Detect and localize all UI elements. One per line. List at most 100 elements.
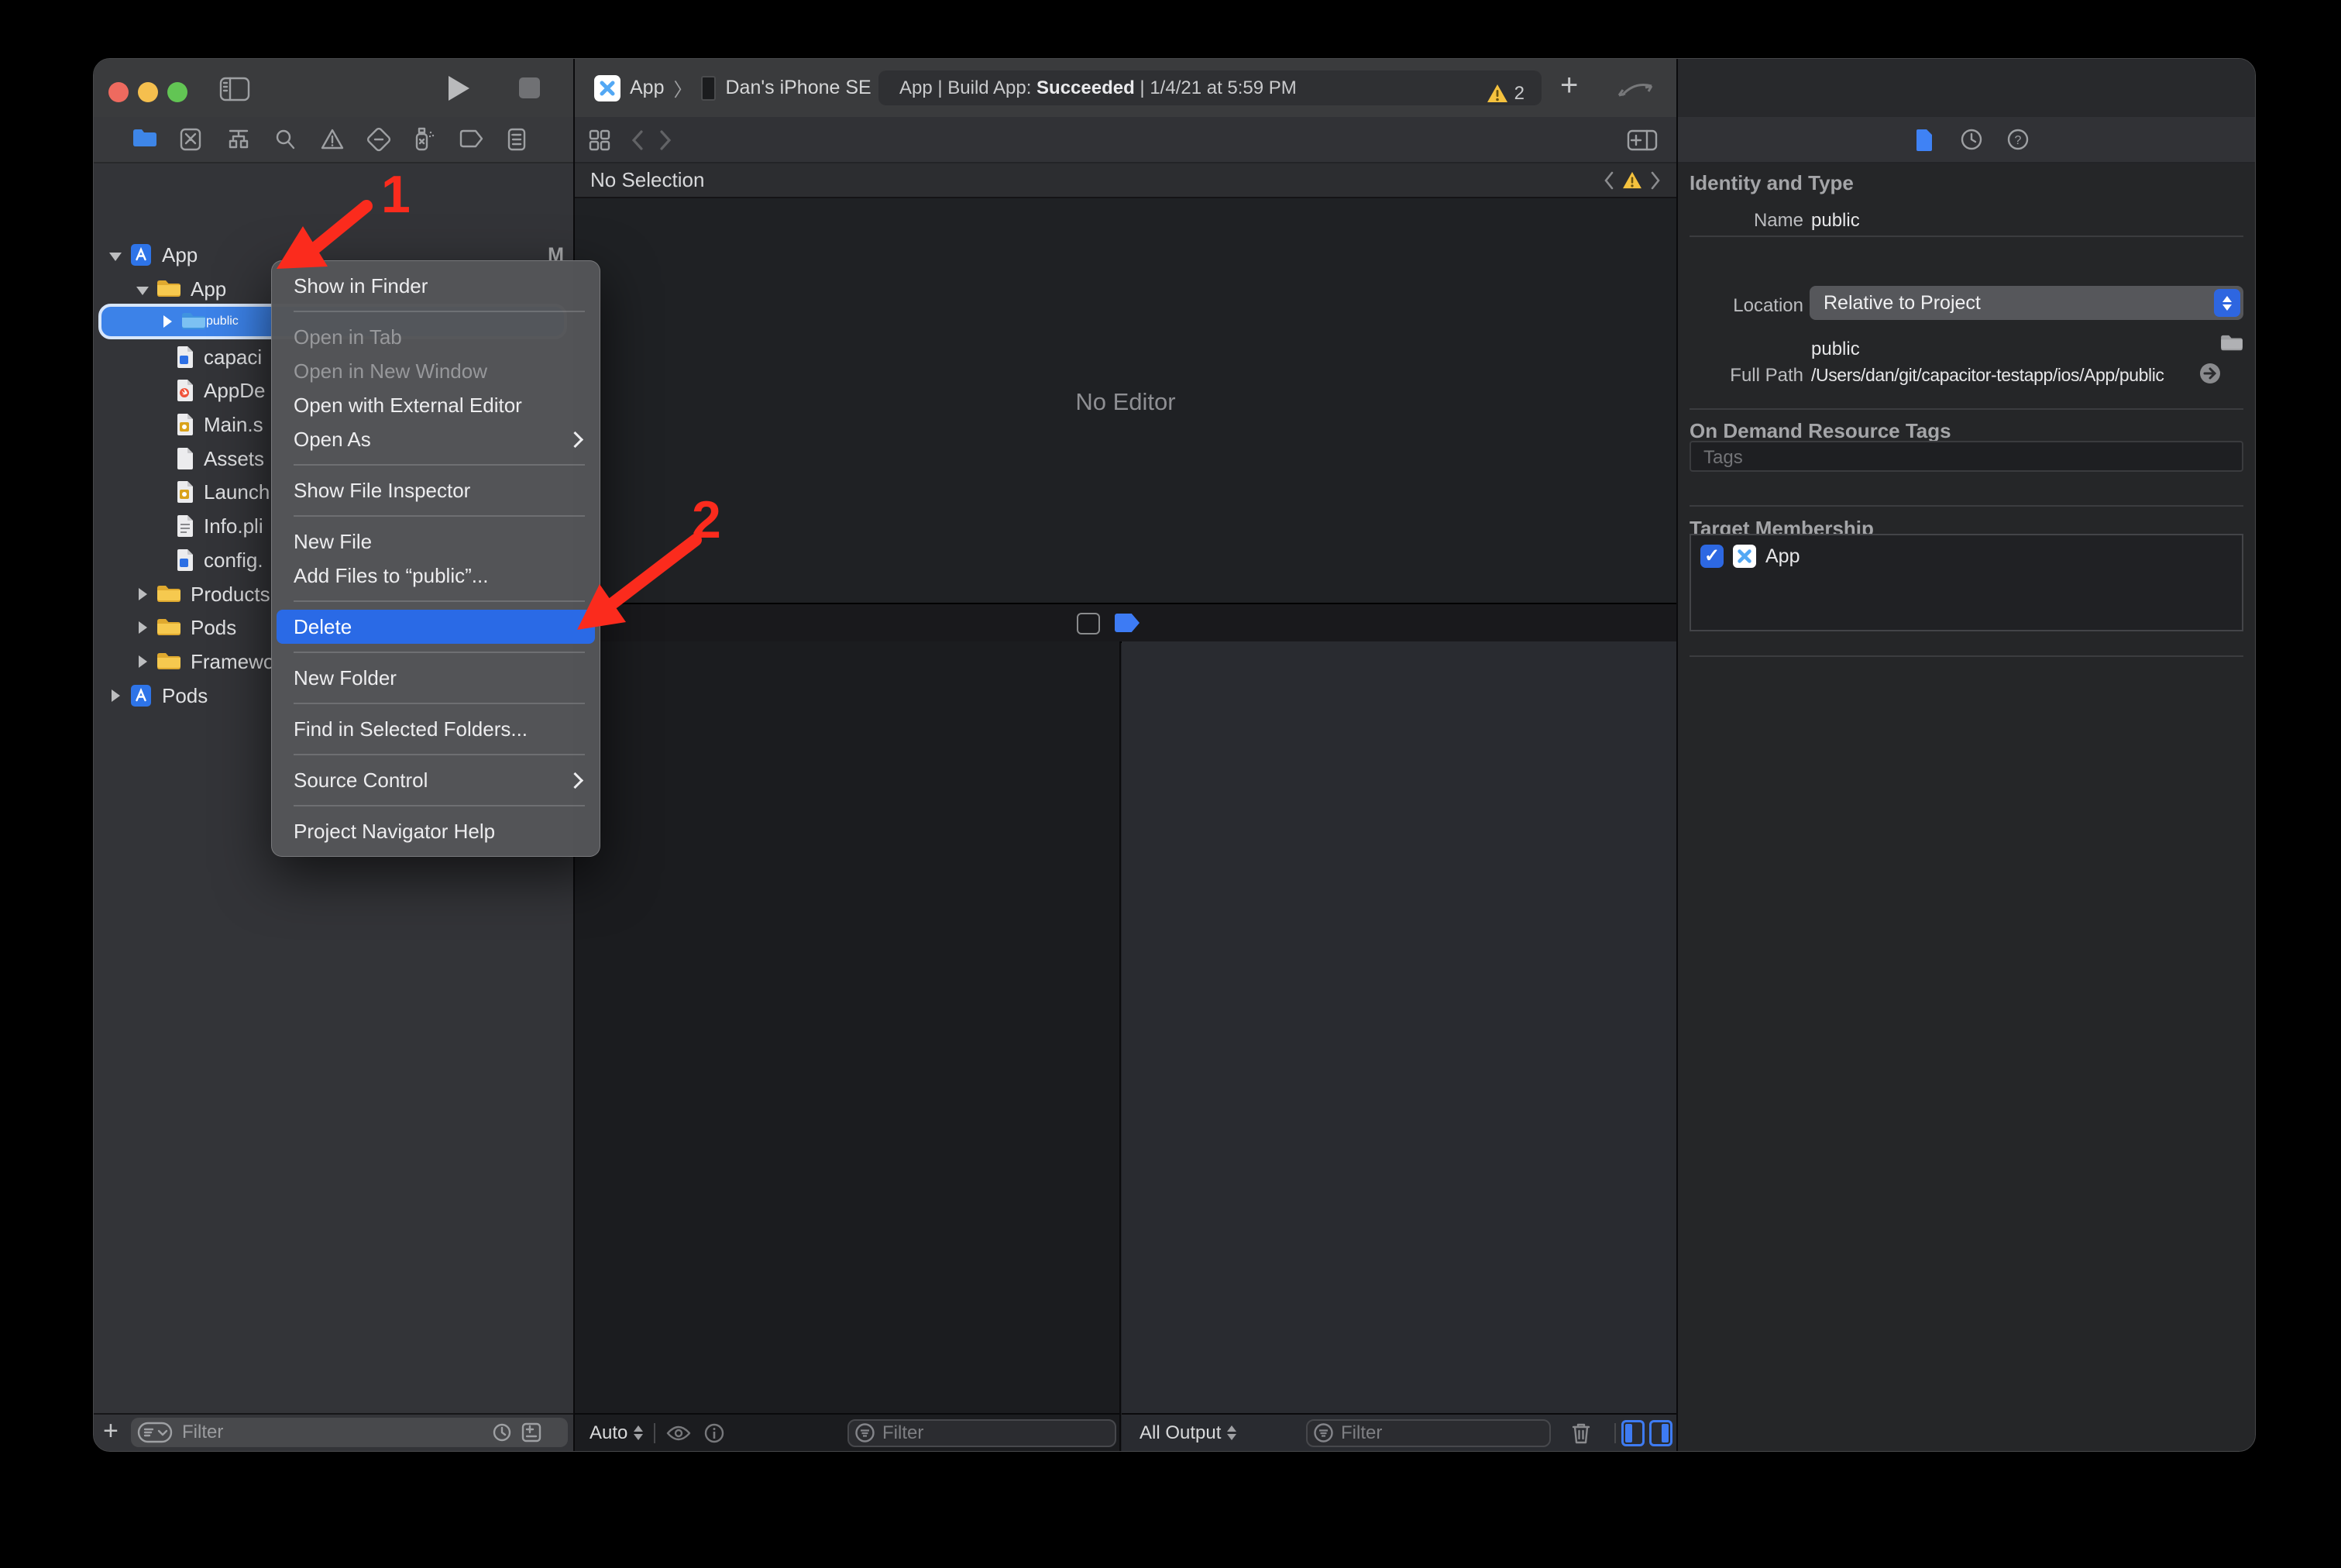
console-filter-field[interactable]: Filter bbox=[1306, 1419, 1551, 1447]
device-name[interactable]: Dan's iPhone SE bbox=[725, 77, 871, 99]
editor-breadcrumb-bar: No Selection bbox=[575, 163, 1676, 198]
menu-item-show-file-inspector[interactable]: Show File Inspector bbox=[272, 473, 600, 507]
file-inspector-tab-icon[interactable] bbox=[1914, 128, 1934, 153]
debug-tab-icon[interactable] bbox=[413, 127, 436, 153]
breakpoints-tab-icon[interactable] bbox=[458, 127, 484, 150]
disclosure-closed-icon[interactable] bbox=[112, 689, 120, 702]
source-control-tab-icon[interactable] bbox=[179, 127, 202, 152]
project-navigator-tab-icon[interactable] bbox=[132, 127, 157, 150]
swap-arrows-icon[interactable] bbox=[1616, 78, 1659, 105]
no-selection-label: No Selection bbox=[590, 168, 704, 191]
history-inspector-tab-icon[interactable] bbox=[1960, 128, 1983, 151]
toggle-navigator-icon[interactable] bbox=[219, 77, 250, 105]
warning-icon[interactable] bbox=[1622, 171, 1642, 189]
add-file-button[interactable]: + bbox=[103, 1416, 119, 1446]
disclosure-closed-icon[interactable] bbox=[163, 315, 172, 328]
run-button[interactable] bbox=[449, 76, 469, 101]
titlebar: App 〉 Dan's iPhone SE App | Build App: S… bbox=[94, 59, 1676, 117]
stepper-icon bbox=[634, 1425, 643, 1440]
console-output-select[interactable]: All Output bbox=[1140, 1422, 1221, 1444]
disclosure-closed-icon[interactable] bbox=[139, 655, 147, 668]
zoom-window-button[interactable] bbox=[167, 82, 187, 102]
menu-item-new-folder[interactable]: New Folder bbox=[272, 661, 600, 695]
menu-item-project-navigator-help[interactable]: Project Navigator Help bbox=[272, 814, 600, 848]
item-label: Assets bbox=[204, 447, 264, 471]
location-dropdown[interactable]: Relative to Project bbox=[1810, 286, 2243, 320]
json-file-icon bbox=[176, 346, 194, 369]
app-target-icon bbox=[1733, 545, 1756, 568]
close-window-button[interactable] bbox=[108, 82, 129, 102]
submenu-chevron-icon bbox=[567, 432, 583, 448]
stepper-icon bbox=[1227, 1425, 1236, 1440]
hide-debug-area-icon[interactable] bbox=[1077, 613, 1100, 634]
status-text: App | Build App: bbox=[899, 77, 1036, 98]
item-label: capaci bbox=[204, 346, 262, 370]
plist-file-icon bbox=[176, 514, 194, 538]
folder-icon bbox=[156, 652, 181, 672]
add-editor-icon[interactable] bbox=[1627, 129, 1658, 152]
menu-item-new-file[interactable]: New File bbox=[272, 524, 600, 559]
related-items-icon[interactable] bbox=[588, 129, 611, 152]
show-console-toggle-icon[interactable] bbox=[1649, 1420, 1672, 1446]
menu-item-open-with-external-editor[interactable]: Open with External Editor bbox=[272, 388, 600, 422]
item-label: Pods bbox=[191, 616, 236, 640]
variables-scope-select[interactable]: Auto bbox=[590, 1422, 627, 1444]
target-membership-row[interactable]: ✓ App bbox=[1700, 545, 2242, 568]
prev-issue-icon[interactable] bbox=[1604, 171, 1614, 190]
scheme-device-selector[interactable]: App 〉 Dan's iPhone SE bbox=[594, 74, 871, 101]
menu-item-find-in-selected-folders[interactable]: Find in Selected Folders... bbox=[272, 712, 600, 746]
navigator-filter-field[interactable]: Filter bbox=[131, 1418, 568, 1447]
checkbox-checked-icon[interactable]: ✓ bbox=[1700, 545, 1724, 568]
folder-icon bbox=[156, 617, 181, 638]
status-time: | 1/4/21 at 5:59 PM bbox=[1135, 77, 1297, 98]
disclosure-closed-icon[interactable] bbox=[139, 588, 147, 600]
debug-split-divider[interactable] bbox=[1119, 641, 1121, 1451]
help-inspector-tab-icon[interactable]: ? bbox=[2006, 128, 2030, 151]
menu-separator bbox=[294, 805, 585, 806]
menu-item-delete[interactable]: Delete bbox=[277, 610, 595, 644]
scheme-name[interactable]: App bbox=[630, 77, 664, 99]
inspector-divider[interactable] bbox=[1676, 59, 1678, 1451]
clear-console-trash-icon[interactable] bbox=[1571, 1422, 1591, 1445]
recent-clock-icon[interactable] bbox=[492, 1422, 512, 1442]
item-label: Info.pli bbox=[204, 514, 263, 538]
quicklook-eye-icon[interactable] bbox=[666, 1425, 691, 1442]
symbols-tab-icon[interactable] bbox=[227, 127, 250, 152]
iphone-icon bbox=[701, 76, 716, 101]
inspector-panel: ? Identity and Type Name public Location… bbox=[1678, 117, 2255, 1451]
navigator-filter-bar: + Filter bbox=[94, 1413, 573, 1451]
minimize-window-button[interactable] bbox=[138, 82, 158, 102]
info-icon[interactable] bbox=[703, 1422, 725, 1444]
activity-status: App | Build App: Succeeded | 1/4/21 at 5… bbox=[878, 70, 1542, 105]
breakpoints-toggle-icon[interactable] bbox=[1115, 614, 1140, 632]
disclosure-open-icon[interactable] bbox=[136, 287, 149, 295]
menu-item-show-in-finder[interactable]: Show in Finder bbox=[272, 269, 600, 303]
forward-icon[interactable] bbox=[658, 129, 672, 151]
menu-item-add-files[interactable]: Add Files to “public”... bbox=[272, 559, 600, 593]
variables-filter-field[interactable]: Filter bbox=[847, 1419, 1116, 1447]
tags-input[interactable]: Tags bbox=[1690, 441, 2243, 472]
open-path-arrow-icon[interactable] bbox=[2198, 362, 2222, 385]
navigator-tab-bar bbox=[94, 117, 573, 163]
show-variables-toggle-icon[interactable] bbox=[1621, 1420, 1645, 1446]
find-tab-icon[interactable] bbox=[273, 127, 297, 152]
next-issue-icon[interactable] bbox=[1650, 171, 1661, 190]
stop-button[interactable] bbox=[519, 77, 540, 98]
scm-status-filter-icon[interactable] bbox=[521, 1422, 541, 1442]
name-value[interactable]: public bbox=[1811, 210, 1860, 232]
choose-folder-icon[interactable] bbox=[2220, 334, 2243, 352]
debug-bar bbox=[575, 603, 1676, 643]
disclosure-open-icon[interactable] bbox=[109, 253, 122, 261]
reports-tab-icon[interactable] bbox=[506, 127, 528, 152]
menu-item-source-control[interactable]: Source Control bbox=[272, 763, 600, 797]
issues-tab-icon[interactable] bbox=[320, 127, 345, 152]
console-bar: All Output Filter bbox=[1122, 1413, 1676, 1451]
chevron-right-icon: 〉 bbox=[673, 74, 692, 101]
add-editor-tab-button[interactable]: + bbox=[1560, 68, 1578, 103]
divider bbox=[1614, 1423, 1616, 1443]
menu-item-open-as[interactable]: Open As bbox=[272, 422, 600, 456]
tests-tab-icon[interactable] bbox=[366, 127, 391, 152]
warning-badge[interactable]: 2 bbox=[1487, 76, 1525, 111]
back-icon[interactable] bbox=[631, 129, 645, 151]
disclosure-closed-icon[interactable] bbox=[139, 621, 147, 634]
